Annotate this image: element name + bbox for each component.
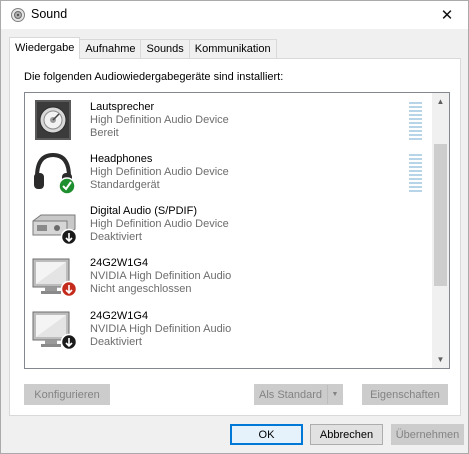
device-name: Lautsprecher [90, 101, 155, 113]
apply-button[interactable]: Übernehmen [391, 424, 464, 445]
device-text: 24G2W1G4 NVIDIA High Definition Audio De… [90, 310, 231, 349]
scroll-up-icon[interactable]: ▲ [432, 93, 449, 110]
device-text: 24G2W1G4 NVIDIA High Definition Audio Ni… [90, 257, 231, 296]
ok-button[interactable]: OK [230, 424, 303, 445]
device-item-lautsprecher[interactable]: Lautsprecher High Definition Audio Devic… [25, 97, 435, 149]
tab-aufnahme[interactable]: Aufnahme [79, 39, 142, 59]
device-name: 24G2W1G4 [90, 310, 149, 322]
set-default-button[interactable]: Als Standard ▼ [254, 384, 343, 405]
level-meter [409, 154, 422, 194]
device-name: 24G2W1G4 [90, 257, 149, 269]
tab-sounds[interactable]: Sounds [140, 39, 190, 59]
configure-button[interactable]: Konfigurieren [24, 384, 110, 405]
device-text: Headphones High Definition Audio Device … [90, 153, 229, 192]
device-item-monitor-2[interactable]: 24G2W1G4 NVIDIA High Definition Audio De… [25, 306, 435, 358]
device-status: Deaktiviert [90, 336, 142, 348]
speaker-icon [35, 100, 71, 140]
tab-kommunikation[interactable]: Kommunikation [188, 39, 277, 59]
device-text: Lautsprecher High Definition Audio Devic… [90, 101, 229, 140]
title-bar: Sound ✕ [1, 1, 468, 29]
device-item-digital-audio[interactable]: Digital Audio (S/PDIF) High Definition A… [25, 201, 435, 253]
device-driver: High Definition Audio Device [90, 218, 229, 230]
playback-panel: Die folgenden Audiowiedergabegeräte sind… [9, 58, 461, 416]
scroll-down-icon[interactable]: ▼ [432, 351, 449, 368]
set-default-label: Als Standard [259, 388, 322, 401]
device-name: Headphones [90, 153, 153, 165]
device-driver: NVIDIA High Definition Audio [90, 270, 232, 282]
device-status: Deaktiviert [90, 231, 142, 243]
monitor-icon [32, 258, 77, 298]
monitor-icon [32, 311, 77, 351]
digital-audio-icon [32, 214, 77, 246]
device-name: Digital Audio (S/PDIF) [90, 205, 197, 217]
cancel-button[interactable]: Abbrechen [310, 424, 383, 445]
device-status: Standardgerät [90, 179, 160, 191]
close-icon: ✕ [440, 7, 454, 24]
properties-button[interactable]: Eigenschaften [362, 384, 448, 405]
device-driver: High Definition Audio Device [90, 166, 229, 178]
level-meter [409, 102, 422, 142]
device-text: Digital Audio (S/PDIF) High Definition A… [90, 205, 229, 244]
speaker-app-icon [11, 8, 25, 22]
sound-dialog: Sound ✕ Wiedergabe Aufnahme Sounds Kommu… [0, 0, 469, 454]
scroll-thumb[interactable] [434, 144, 447, 286]
device-item-headphones[interactable]: Headphones High Definition Audio Device … [25, 149, 435, 201]
tab-wiedergabe[interactable]: Wiedergabe [9, 37, 81, 59]
panel-heading: Die folgenden Audiowiedergabegeräte sind… [24, 71, 284, 83]
window-title: Sound [31, 7, 68, 21]
device-list[interactable]: Lautsprecher High Definition Audio Devic… [24, 92, 450, 369]
device-driver: NVIDIA High Definition Audio [90, 323, 232, 335]
chevron-down-icon[interactable]: ▼ [327, 385, 342, 404]
close-button[interactable]: ✕ [430, 1, 464, 29]
device-driver: High Definition Audio Device [90, 114, 229, 126]
device-item-monitor-1[interactable]: 24G2W1G4 NVIDIA High Definition Audio Ni… [25, 253, 435, 305]
vertical-scrollbar[interactable]: ▲ ▼ [432, 93, 449, 368]
device-status: Nicht angeschlossen [90, 283, 192, 295]
device-status: Bereit [90, 127, 119, 139]
headphones-icon [34, 152, 76, 195]
tab-strip: Wiedergabe Aufnahme Sounds Kommunikation [9, 37, 277, 59]
